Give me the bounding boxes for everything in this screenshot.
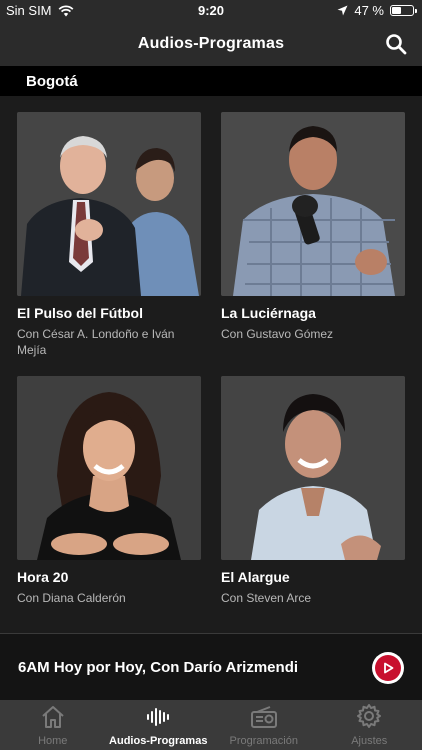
play-button[interactable] (372, 652, 404, 684)
city-label: Bogotá (26, 72, 78, 90)
program-host: Con César A. Londoño e Iván Mejía (17, 327, 175, 357)
status-bar: Sin SIM 9:20 47 % (0, 0, 422, 22)
tab-audios-programas[interactable]: Audios-Programas (106, 700, 212, 750)
gear-icon (357, 704, 382, 728)
program-card-luciernaga[interactable]: La Luciérnaga Con Gustavo Gómez (221, 112, 405, 342)
navigation-bar: Audios-Programas (0, 22, 422, 66)
tab-bar: Home Audios-Programas Programación Ajust… (0, 700, 422, 750)
program-grid: El Pulso del Fútbol Con César A. Londoño… (0, 96, 422, 632)
now-playing-title: 6AM Hoy por Hoy, Con Darío Arizmendi (18, 658, 299, 676)
home-icon (42, 706, 64, 728)
program-card-el-alargue[interactable]: El Alargue Con Steven Arce (221, 376, 405, 606)
tab-label: Ajustes (351, 735, 388, 747)
tab-programacion[interactable]: Programación (211, 700, 317, 750)
program-title: La Luciérnaga (221, 305, 316, 321)
program-image-el-alargue (221, 376, 405, 560)
program-image-hora-20 (17, 376, 201, 560)
location-arrow-icon (337, 5, 348, 16)
program-image-luciernaga (221, 112, 405, 296)
tab-label: Audios-Programas (109, 735, 208, 747)
status-right: 47 % (337, 3, 417, 18)
program-card-hora-20[interactable]: Hora 20 Con Diana Calderón (17, 376, 201, 606)
battery-icon (390, 5, 417, 16)
program-title: El Pulso del Fútbol (17, 305, 143, 321)
battery-level (392, 7, 401, 14)
now-playing-bar[interactable]: 6AM Hoy por Hoy, Con Darío Arizmendi (0, 633, 422, 700)
radio-icon (250, 706, 277, 728)
battery-percent: 47 % (354, 3, 384, 18)
search-icon[interactable] (384, 32, 408, 56)
program-title: Hora 20 (17, 569, 69, 585)
tab-ajustes[interactable]: Ajustes (317, 700, 422, 750)
tab-label: Home (38, 735, 68, 747)
program-card-pulso-futbol[interactable]: El Pulso del Fútbol Con César A. Londoño… (17, 112, 201, 358)
program-host: Con Diana Calderón (17, 591, 126, 605)
tab-label: Programación (229, 735, 298, 747)
play-icon (375, 655, 401, 681)
city-selector[interactable]: Bogotá (0, 66, 422, 96)
program-host: Con Steven Arce (221, 591, 312, 605)
program-title: El Alargue (221, 569, 290, 585)
program-host: Con Gustavo Gómez (221, 327, 334, 341)
page-title: Audios-Programas (137, 35, 285, 52)
audio-wave-icon (147, 708, 170, 726)
program-image-pulso-futbol (17, 112, 201, 296)
tab-home[interactable]: Home (0, 700, 106, 750)
